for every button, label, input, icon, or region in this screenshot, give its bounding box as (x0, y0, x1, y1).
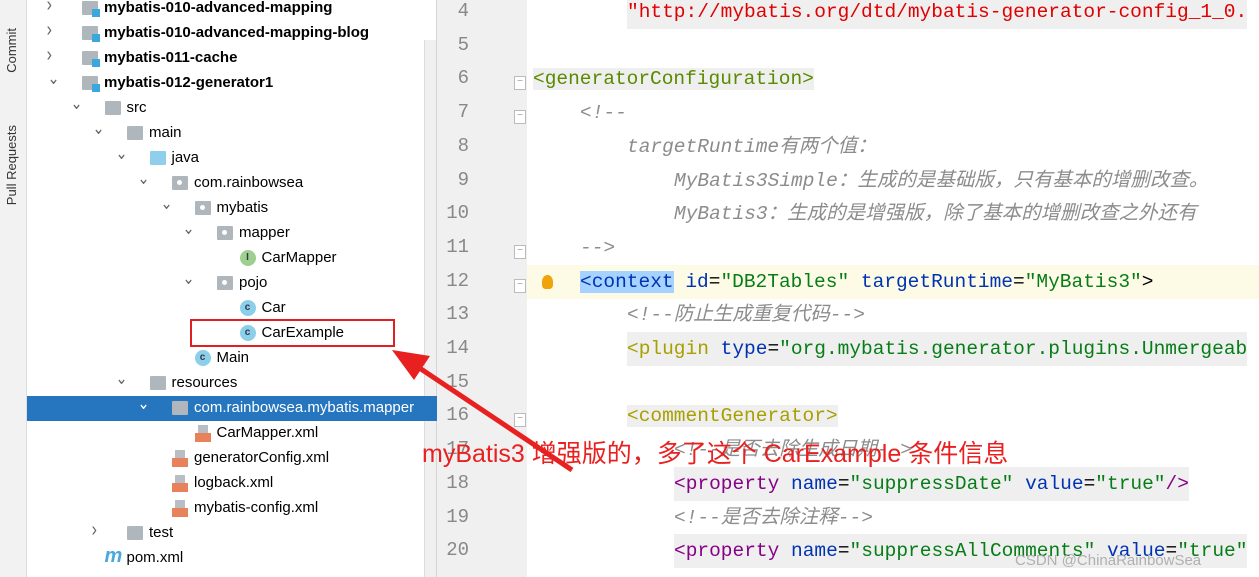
annotation-text: myBatis3 增强版的，多了这个 CarExample 条件信息 (422, 440, 1009, 468)
fold-icon[interactable]: − (514, 278, 526, 293)
lightbulb-icon[interactable] (542, 274, 553, 289)
watermark: CSDN @ChinaRainbowSea (1015, 552, 1202, 569)
fold-icon[interactable]: − (514, 76, 526, 91)
fold-icon[interactable]: − (514, 413, 526, 428)
fold-icon[interactable]: − (514, 110, 526, 125)
fold-icon[interactable]: − (514, 244, 526, 259)
arrow-annotation (392, 350, 574, 473)
